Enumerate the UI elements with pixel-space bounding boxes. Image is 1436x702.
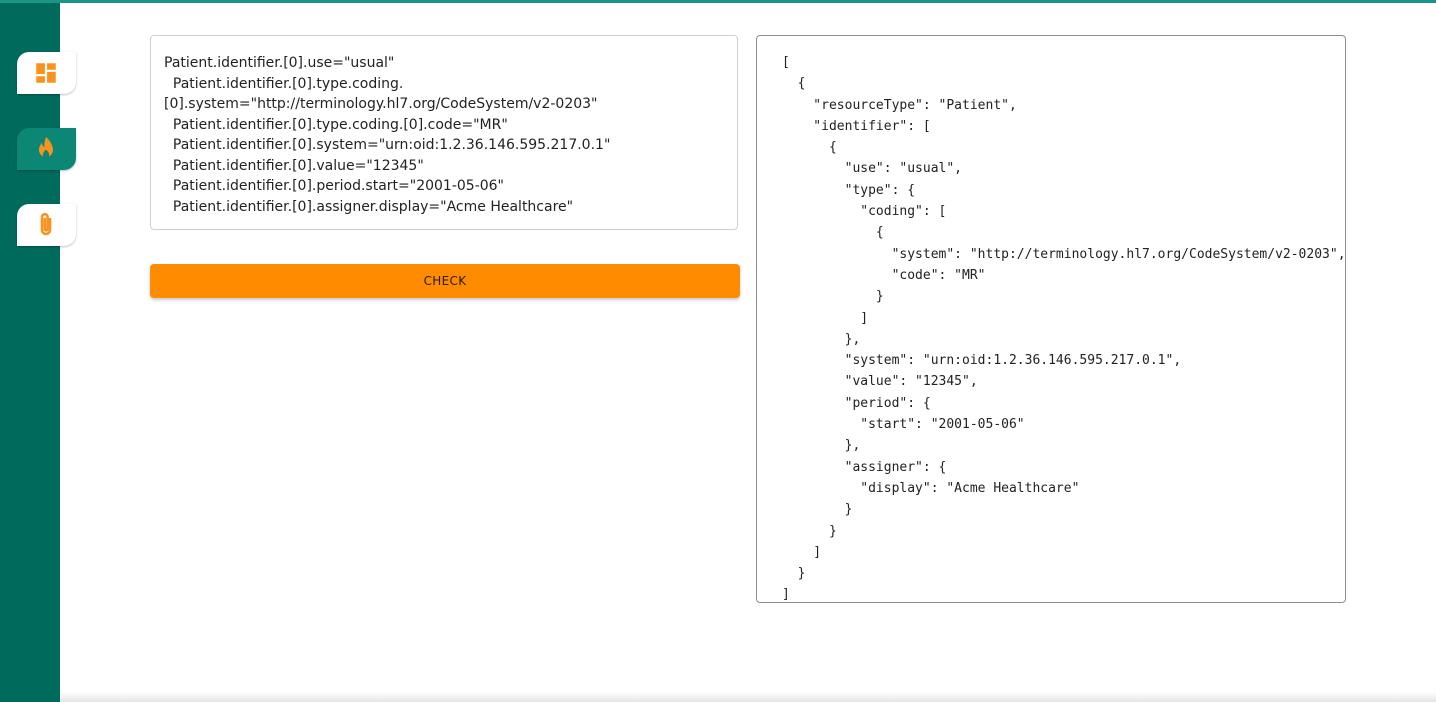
check-button[interactable]: CHECK xyxy=(150,264,740,298)
json-output-panel[interactable]: [ { "resourceType": "Patient", "identifi… xyxy=(756,35,1346,603)
input-line: Patient.identifier.[0].use="usual" xyxy=(164,55,395,71)
fire-icon xyxy=(34,136,60,162)
path-input-textarea[interactable]: Patient.identifier.[0].use="usual" Patie… xyxy=(150,35,738,230)
input-line: Patient.identifier.[0].period.start="200… xyxy=(164,178,504,194)
input-line: Patient.identifier.[0].type.coding.[0].c… xyxy=(164,116,508,133)
input-line: [0].system="http://terminology.hl7.org/C… xyxy=(164,96,598,112)
sidebar-item-fire[interactable] xyxy=(17,128,76,170)
json-output-text: [ { "resourceType": "Patient", "identifi… xyxy=(782,55,1346,603)
sidebar-item-attachments[interactable] xyxy=(17,204,76,246)
paperclip-icon xyxy=(35,211,59,239)
sidebar-item-dashboard[interactable] xyxy=(17,52,76,94)
bottom-shadow xyxy=(60,692,1436,702)
input-line: Patient.identifier.[0].type.coding. xyxy=(164,75,404,92)
input-line: Patient.identifier.[0].assigner.display=… xyxy=(164,198,574,215)
input-line: Patient.identifier.[0].system="urn:oid:1… xyxy=(164,137,611,153)
sidebar xyxy=(0,3,76,702)
top-accent-bar xyxy=(0,0,1436,3)
input-line: Patient.identifier.[0].value="12345" xyxy=(164,157,424,174)
dashboard-icon xyxy=(33,60,61,86)
